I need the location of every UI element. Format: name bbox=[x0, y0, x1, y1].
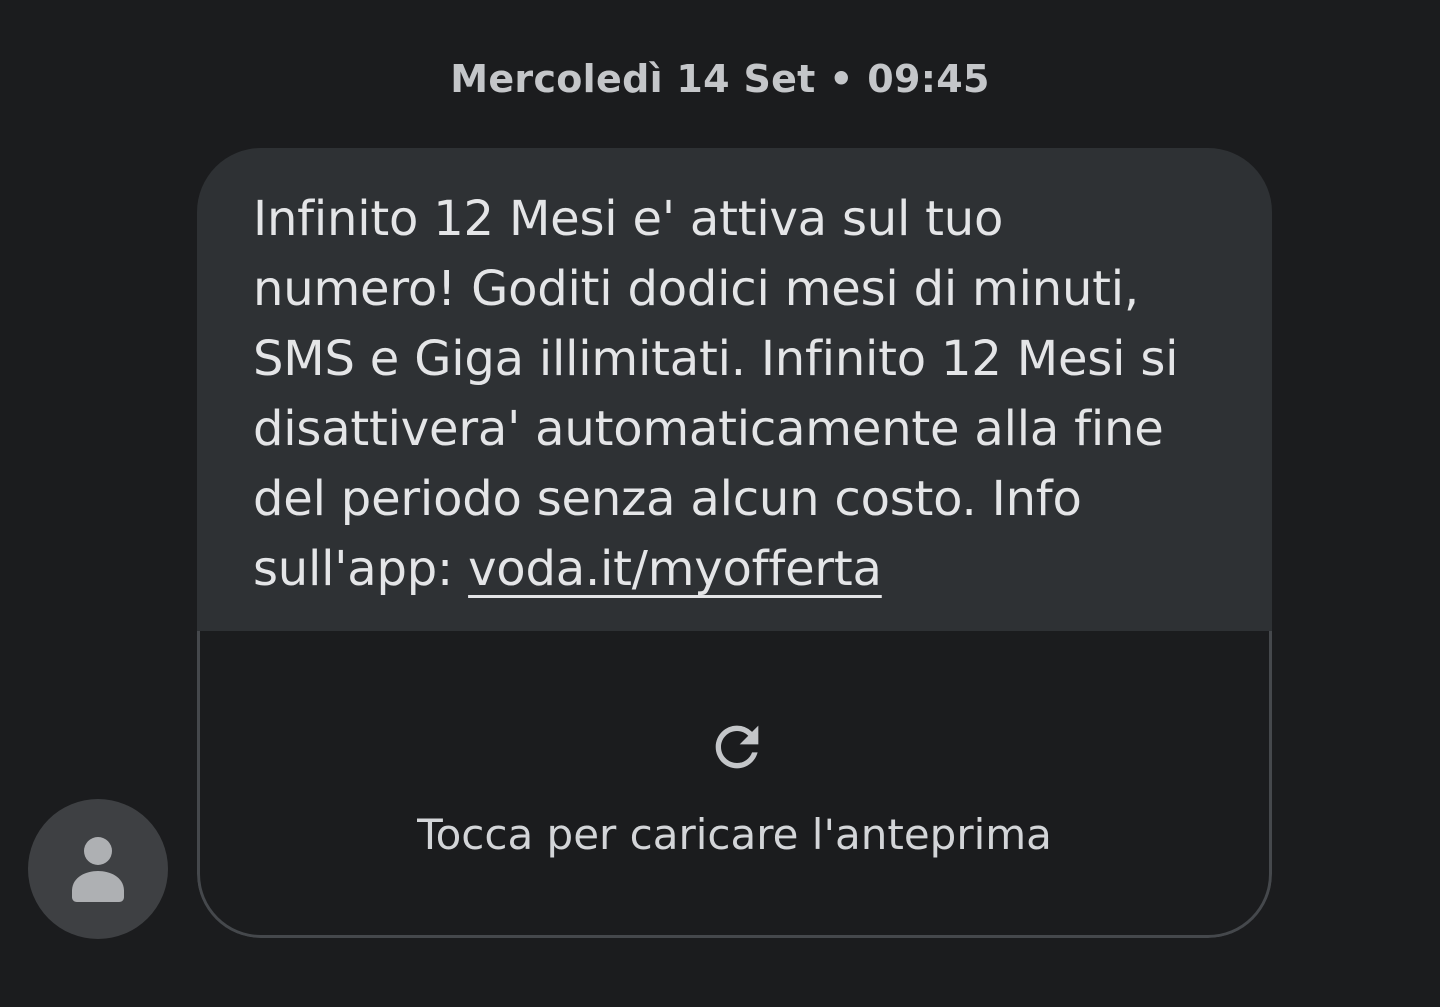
message-line: disattivera' automaticamente alla fine bbox=[253, 401, 1164, 457]
message-bubble[interactable]: Infinito 12 Mesi e' attiva sul tuo numer… bbox=[197, 148, 1272, 938]
message-timestamp: Mercoledì 14 Set • 09:45 bbox=[450, 57, 990, 101]
conversation-view: Mercoledì 14 Set • 09:45 Infinito 12 Mes… bbox=[0, 0, 1440, 1007]
message-line: numero! Goditi dodici mesi di minuti, bbox=[253, 261, 1139, 317]
sender-avatar[interactable] bbox=[28, 799, 168, 939]
message-link[interactable]: voda.it/myofferta bbox=[468, 541, 882, 597]
message-line-prefix: sull'app: bbox=[253, 541, 469, 597]
person-icon bbox=[72, 837, 124, 902]
refresh-icon bbox=[715, 725, 759, 769]
message-line-last: sull'app: voda.it/myofferta bbox=[253, 534, 1232, 604]
link-preview-card[interactable]: Tocca per caricare l'anteprima bbox=[197, 631, 1272, 938]
message-line: Infinito 12 Mesi e' attiva sul tuo bbox=[253, 191, 1004, 247]
message-line: del periodo senza alcun costo. Info bbox=[253, 471, 1082, 527]
message-body: Infinito 12 Mesi e' attiva sul tuo numer… bbox=[197, 148, 1272, 631]
preview-load-label: Tocca per caricare l'anteprima bbox=[417, 810, 1052, 859]
message-line: SMS e Giga illimitati. Infinito 12 Mesi … bbox=[253, 331, 1179, 387]
